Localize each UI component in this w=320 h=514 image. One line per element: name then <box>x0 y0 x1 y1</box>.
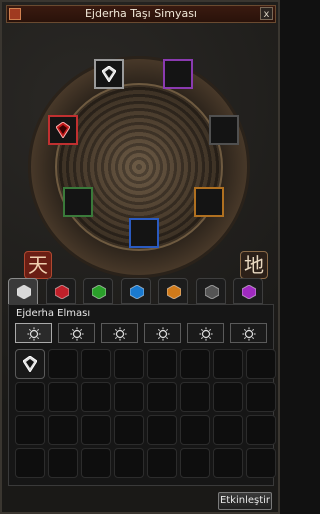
filter-grade-6[interactable] <box>230 323 267 343</box>
inventory-cell[interactable] <box>81 448 111 478</box>
dragon-stone-alchemy-window: Ejderha Taşı Simyası x 天 地 Ejderha Elmas… <box>0 0 280 514</box>
inventory-cell[interactable] <box>114 415 144 445</box>
slot-sapphire[interactable] <box>129 218 159 248</box>
inventory-cell[interactable] <box>48 382 78 412</box>
sun-gem-icon <box>27 327 41 341</box>
inventory-cell[interactable] <box>213 382 243 412</box>
filter-grade-3[interactable] <box>101 323 138 343</box>
diamond-gem-icon <box>102 66 116 82</box>
tab-onyx[interactable] <box>195 278 226 304</box>
inventory-cell[interactable] <box>114 448 144 478</box>
inventory-cell[interactable] <box>180 448 210 478</box>
earth-rune: 地 <box>240 251 268 279</box>
inventory-cell[interactable] <box>15 448 45 478</box>
tab-amethyst-gem-icon <box>242 285 256 299</box>
tab-jade-gem-icon <box>92 285 106 299</box>
inventory-cell[interactable] <box>114 382 144 412</box>
alchemy-disc-area: 天 地 <box>8 24 272 279</box>
tab-ruby-gem-icon <box>54 285 69 299</box>
inventory-cell[interactable] <box>48 349 78 379</box>
filter-grade-5[interactable] <box>187 323 224 343</box>
sun-gem-icon <box>156 327 170 341</box>
inventory-cell[interactable] <box>180 349 210 379</box>
window-title: Ejderha Taşı Simyası <box>84 7 197 20</box>
slot-amethyst[interactable] <box>163 59 193 89</box>
filter-grade-1[interactable] <box>15 323 52 343</box>
inventory-cell[interactable] <box>15 382 45 412</box>
inventory-cell[interactable] <box>147 448 177 478</box>
sun-gem-icon <box>199 327 213 341</box>
sun-gem-icon <box>113 327 127 341</box>
slot-ruby[interactable] <box>48 115 78 145</box>
sun-gem-icon <box>242 327 256 341</box>
slot-diamond[interactable] <box>94 59 124 89</box>
grade-filter-row <box>15 323 271 345</box>
diamond-gem-icon <box>23 356 37 372</box>
inventory-cell[interactable] <box>81 415 111 445</box>
tab-topaz-gem-icon <box>167 285 181 299</box>
inventory-cell[interactable] <box>147 415 177 445</box>
inventory-cell[interactable] <box>114 349 144 379</box>
activate-button[interactable]: Etkinleştir <box>218 492 272 510</box>
inventory-cell[interactable] <box>81 382 111 412</box>
inventory-cell[interactable] <box>15 349 45 379</box>
tab-ruby[interactable] <box>45 278 76 304</box>
tab-topaz[interactable] <box>158 278 188 304</box>
tab-diamond[interactable] <box>8 278 38 306</box>
inventory-cell[interactable] <box>147 382 177 412</box>
tab-jade[interactable] <box>83 278 113 304</box>
inventory-cell[interactable] <box>213 349 243 379</box>
heaven-rune: 天 <box>24 251 52 279</box>
sun-gem-icon <box>70 327 84 341</box>
inventory-cell[interactable] <box>48 448 78 478</box>
gem-type-tabs <box>8 278 272 306</box>
inventory-cell[interactable] <box>15 415 45 445</box>
slot-onyx[interactable] <box>209 115 239 145</box>
tab-onyx-gem-icon <box>204 285 219 299</box>
title-bar[interactable]: Ejderha Taşı Simyası x <box>6 5 276 23</box>
inventory-cell[interactable] <box>246 382 276 412</box>
tab-amethyst[interactable] <box>233 278 263 304</box>
tab-sapphire[interactable] <box>120 278 151 304</box>
filter-grade-4[interactable] <box>144 323 181 343</box>
inventory-cell[interactable] <box>246 349 276 379</box>
inventory-cell[interactable] <box>213 415 243 445</box>
section-label: Ejderha Elması <box>16 308 91 319</box>
inventory-cell[interactable] <box>213 448 243 478</box>
tab-sapphire-gem-icon <box>129 285 144 299</box>
inventory-panel: Ejderha Elması <box>8 304 276 486</box>
inventory-cell[interactable] <box>246 415 276 445</box>
inventory-cell[interactable] <box>48 415 78 445</box>
slot-topaz[interactable] <box>194 187 224 217</box>
inventory-cell[interactable] <box>147 349 177 379</box>
filter-grade-2[interactable] <box>58 323 95 343</box>
inventory-grid <box>15 349 276 481</box>
inventory-cell[interactable] <box>81 349 111 379</box>
inventory-cell[interactable] <box>180 415 210 445</box>
inventory-cell[interactable] <box>180 382 210 412</box>
tab-diamond-gem-icon <box>17 285 31 299</box>
inventory-cell[interactable] <box>246 448 276 478</box>
close-button[interactable]: x <box>260 7 273 20</box>
slot-jade[interactable] <box>63 187 93 217</box>
ruby-gem-icon <box>56 122 70 138</box>
